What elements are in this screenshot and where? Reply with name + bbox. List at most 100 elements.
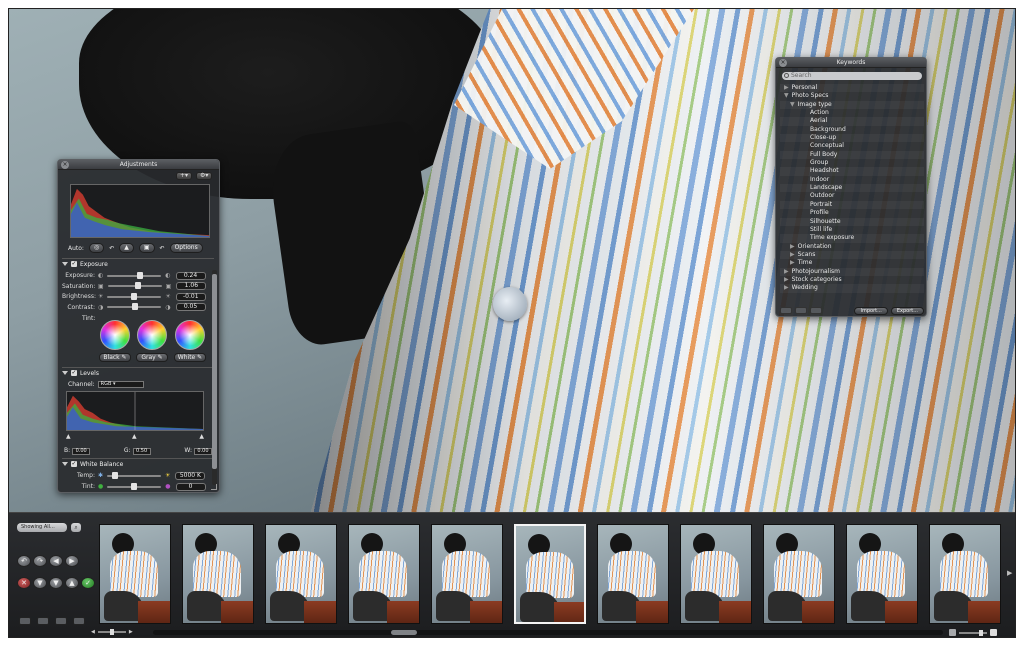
keyword-item[interactable]: Indoor [780,176,924,184]
slider-knob[interactable] [111,471,118,479]
rotate-left-icon[interactable]: ↶ [17,555,31,567]
disclosure-triangle-icon[interactable] [62,262,68,266]
photo-thumbnail[interactable] [348,524,420,624]
disclosure-triangle-icon[interactable] [62,371,68,375]
thumbnail-size-slider[interactable] [959,629,987,636]
tint-gray-button[interactable]: Gray ✎ [136,353,168,362]
zoom-in-icon[interactable]: ▶ [129,629,133,635]
white-level-field[interactable]: W: 0.00 [184,447,212,455]
photo-thumbnail[interactable] [182,524,254,624]
keyword-item[interactable]: Group [780,159,924,167]
keyword-item[interactable]: ▶ Wedding [780,284,924,293]
keyword-item[interactable]: Action [780,109,924,117]
photo-thumbnail[interactable] [597,524,669,624]
increase-rating-icon[interactable]: ▲ [65,577,79,589]
slider-knob[interactable] [131,292,138,300]
slider-knob[interactable] [131,482,138,490]
disclosure-right-icon[interactable]: ▶ [784,276,789,283]
channel-select[interactable]: RGB ▾ [97,380,144,388]
adjustment-slider[interactable] [107,471,162,479]
keyword-item[interactable]: Headshot [780,167,924,176]
adjustment-slider[interactable] [107,482,162,490]
exposure-section-header[interactable]: ✓ Exposure [62,258,214,268]
disclosure-down-icon[interactable]: ▼ [790,101,795,108]
zoom-slider-knob[interactable] [109,629,114,635]
adjustments-scroll-thumb[interactable] [212,274,217,469]
slider-value-field[interactable]: -0.01 [175,292,206,301]
disclosure-right-icon[interactable]: ▶ [790,259,795,266]
keyword-item[interactable]: ▶ Personal [780,84,924,93]
slider-value-field[interactable]: 0.24 [175,271,206,280]
adjustment-slider[interactable] [107,292,162,300]
disclosure-right-icon[interactable]: ▶ [790,251,795,258]
adjustments-scrollbar[interactable] [212,270,217,485]
small-thumbnail-icon[interactable] [949,629,956,636]
photo-thumbnail[interactable] [99,524,171,624]
white-level-value[interactable]: 0.00 [193,448,212,455]
keyword-item[interactable]: Portrait [780,200,924,210]
keyword-item[interactable]: Silhouette [780,217,924,226]
scroll-right-icon[interactable]: ▶ [1007,569,1012,577]
import-button[interactable]: Import... [854,306,888,315]
unrate-icon[interactable]: ▼ [33,577,47,589]
disclosure-right-icon[interactable]: ▶ [784,268,789,275]
main-photo-viewer[interactable]: × Adjustments +▾ ⚙▾ Auto: ◎ ↶ ▲ ▣ ↶ Opti… [9,9,1015,512]
disclosure-right-icon[interactable]: ▶ [784,84,789,91]
remove-keyword-button[interactable] [795,307,807,314]
photo-thumbnail[interactable] [265,524,337,624]
adjustment-slider[interactable] [107,282,162,289]
export-button[interactable]: Export... [890,306,924,315]
close-icon[interactable]: × [779,59,787,67]
slider-value-field[interactable]: 5000 K [175,471,206,480]
gray-level-field[interactable]: G: 0.50 [124,447,151,455]
zoom-slider[interactable] [97,629,126,635]
add-keyword-button[interactable] [780,307,792,314]
keyword-action-button[interactable] [810,307,822,314]
view-mode-1-button[interactable] [19,617,31,625]
photo-thumbnail[interactable] [431,524,503,624]
resize-grip-icon[interactable] [211,484,217,490]
disclosure-triangle-icon[interactable] [62,462,68,466]
disclosure-right-icon[interactable]: ▶ [784,284,789,291]
tint-gray-wheel[interactable] [137,320,167,350]
disclosure-right-icon[interactable]: ▶ [790,243,795,250]
levels-section-header[interactable]: ✓ Levels [62,367,214,377]
auto-exposure-button[interactable]: ◎ [88,243,105,253]
rotate-right-icon[interactable]: ↷ [33,555,47,567]
photo-thumbnail[interactable] [846,524,918,624]
black-level-value[interactable]: 0.00 [72,448,91,455]
keyword-item[interactable]: Landscape [780,184,924,193]
options-button[interactable]: Options [169,243,203,253]
tint-white-button[interactable]: White ✎ [174,353,206,362]
search-icon[interactable]: ⌕ [71,523,81,532]
photo-thumbnail[interactable] [680,524,752,624]
view-mode-3-button[interactable] [55,617,67,625]
keyword-item[interactable]: Time exposure [780,234,924,243]
slider-knob[interactable] [132,303,139,310]
keyword-item[interactable]: ▶ Photojournalism [780,267,924,276]
photo-thumbnail[interactable] [929,524,1001,624]
tint-white-wheel[interactable] [175,320,205,350]
zoom-out-icon[interactable]: ◀ [91,629,95,635]
view-mode-4-button[interactable] [73,617,85,625]
disclosure-down-icon[interactable]: ▼ [784,92,789,99]
gray-point-handle[interactable]: ▲ [132,433,137,440]
reject-icon[interactable]: ✕ [17,577,31,589]
keyword-search-input[interactable]: Search [782,72,922,80]
auto-enhance-button[interactable]: ▣ [138,243,155,253]
photo-thumbnail[interactable] [514,524,586,624]
gray-level-value[interactable]: 0.50 [132,448,151,455]
keyword-item[interactable]: ▼ Image type [780,100,924,110]
filter-popup[interactable]: Showing All... [17,523,67,532]
exposure-enable-checkbox[interactable]: ✓ [71,261,77,267]
keyword-item[interactable]: Full Body [780,150,924,160]
slider-value-field[interactable]: 1.06 [176,282,207,290]
browser-scroll-thumb[interactable] [391,630,417,635]
browser-horizontal-scrollbar[interactable] [153,630,943,635]
keyword-item[interactable]: ▶ Stock categories [780,276,924,284]
keyword-item[interactable]: Background [780,126,924,134]
thumbnail-size-knob[interactable] [979,629,983,636]
keyword-item[interactable]: ▶ Time [780,259,924,267]
keyword-item[interactable]: ▶ Orientation [780,243,924,251]
auto-levels-button[interactable]: ▲ [119,243,134,253]
